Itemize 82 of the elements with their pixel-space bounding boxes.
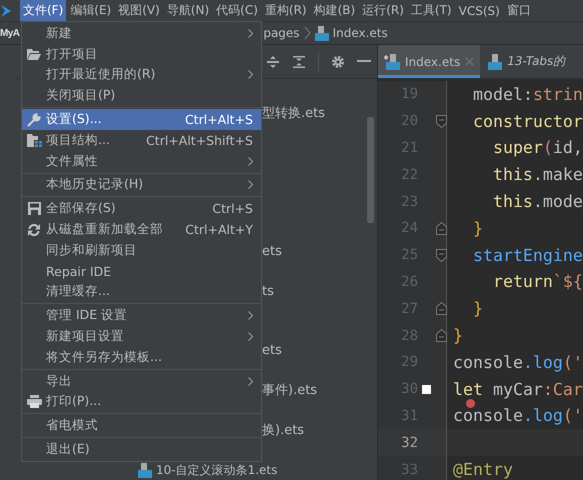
code-line: } xyxy=(472,218,483,238)
code-line: @Entry xyxy=(453,460,513,480)
menu-item[interactable]: 构建(B) xyxy=(310,0,358,21)
code-line: startEngine xyxy=(472,246,583,265)
file-name[interactable]: 事件).ets xyxy=(262,381,318,400)
code-line: console.log(' xyxy=(453,406,583,426)
menu-item[interactable]: 打开最近使用的(R) xyxy=(22,64,261,86)
code-line: constructor xyxy=(472,112,583,131)
minimize-icon[interactable] xyxy=(357,60,371,63)
menu-item[interactable]: 代码(C) xyxy=(213,0,261,21)
project-name[interactable]: MyA xyxy=(0,28,20,38)
menu-item[interactable]: 文件属性 xyxy=(22,150,261,172)
code-line: super(id, xyxy=(492,138,583,158)
editor-tab[interactable]: 13-Tabs的 xyxy=(480,45,572,78)
menu-item[interactable]: 清理缓存... xyxy=(22,282,261,302)
menu-item[interactable]: 导航(N) xyxy=(164,0,212,21)
file-name[interactable]: ets xyxy=(262,342,282,358)
chevron-icon xyxy=(304,26,311,40)
code-line: this.make xyxy=(492,165,583,184)
editor-tab[interactable]: Index.ets xyxy=(378,45,480,78)
printer-icon xyxy=(26,395,42,408)
menu-item[interactable]: 省电模式 xyxy=(22,415,261,436)
menu-item[interactable]: 本地历史记录(H) xyxy=(22,174,261,196)
fold-icon[interactable] xyxy=(436,329,447,342)
fold-icon[interactable] xyxy=(436,248,447,262)
code-line: } xyxy=(453,326,463,346)
code-line: return`${ xyxy=(492,272,583,292)
refresh-icon xyxy=(27,222,41,237)
close-icon[interactable] xyxy=(465,57,474,66)
bookmark-icon[interactable] xyxy=(422,384,431,394)
expand-all-icon[interactable] xyxy=(266,54,280,68)
fold-icon[interactable] xyxy=(436,302,447,316)
menu-item[interactable]: 新建 xyxy=(22,23,261,44)
line-number: 32 xyxy=(400,434,418,451)
settings-icon[interactable] xyxy=(331,54,345,68)
breadcrumb-folder[interactable]: pages xyxy=(263,26,300,40)
fold-icon[interactable] xyxy=(436,222,447,235)
menu-item[interactable]: 打开项目 xyxy=(22,44,261,65)
save-icon xyxy=(28,202,40,216)
code-line: } xyxy=(472,299,483,318)
menu-item[interactable]: 视图(V) xyxy=(115,0,163,21)
file-name[interactable]: 换).ets xyxy=(262,420,304,439)
menu-item[interactable]: 窗口 xyxy=(504,0,534,21)
menu-item[interactable]: 运行(R) xyxy=(359,0,407,21)
file-icon xyxy=(314,26,329,40)
modified-file-icon xyxy=(384,54,400,70)
menu-item[interactable]: Repair IDE xyxy=(22,260,261,282)
breadcrumb-file[interactable]: Index.ets xyxy=(332,26,388,40)
menu-item[interactable]: 编辑(E) xyxy=(67,0,114,21)
menu-item[interactable]: 工具(T) xyxy=(408,0,455,21)
menu-item[interactable]: 打印(P)... xyxy=(22,392,261,412)
file-name[interactable]: 型转换.ets xyxy=(262,104,326,122)
file-name[interactable]: ts xyxy=(262,284,274,299)
menu-item[interactable]: VCS(S) xyxy=(456,0,503,21)
code-line: model:strin xyxy=(472,84,583,104)
collapse-all-icon[interactable] xyxy=(292,54,306,68)
file-name[interactable]: 10-自定义滚动条1.ets xyxy=(156,462,278,480)
menu-item[interactable]: 设置(S)... Ctrl+Alt+S xyxy=(22,109,261,130)
folder-grid-icon xyxy=(26,134,42,147)
menu-item[interactable]: 将文件另存为模板... xyxy=(22,346,261,368)
file-name[interactable]: ets xyxy=(262,244,282,259)
menu-item[interactable]: 退出(E) xyxy=(22,439,261,460)
menu-item[interactable]: 文件(F) xyxy=(20,0,66,21)
menu-item[interactable]: 从磁盘重新加载全部 Ctrl+Alt+Y xyxy=(22,219,261,240)
fold-icon[interactable] xyxy=(436,114,447,128)
code-line: let myCar:Car xyxy=(453,380,583,399)
file-icon xyxy=(138,463,152,478)
code-line: console.log(' xyxy=(453,352,583,372)
folder-icon xyxy=(27,48,41,60)
file-icon xyxy=(486,54,502,70)
menu-item[interactable]: 全部保存(S) Ctrl+S xyxy=(22,198,261,220)
menu-item[interactable]: 重构(R) xyxy=(262,0,310,21)
menu-item[interactable]: 管理 IDE 设置 xyxy=(22,305,261,326)
menu-item[interactable]: 项目结构... Ctrl+Alt+Shift+S xyxy=(22,130,261,151)
wrench-icon xyxy=(27,112,41,127)
menu-item[interactable]: 同步和刷新项目 xyxy=(22,240,261,261)
menu-item[interactable]: 关闭项目(P) xyxy=(22,85,261,106)
code-line: this.mode xyxy=(492,192,583,212)
error-icon[interactable] xyxy=(466,399,475,408)
menu-item[interactable]: 新建项目设置 xyxy=(22,326,261,347)
menu-item[interactable]: 导出 xyxy=(22,370,261,392)
scrollbar[interactable] xyxy=(367,117,374,223)
